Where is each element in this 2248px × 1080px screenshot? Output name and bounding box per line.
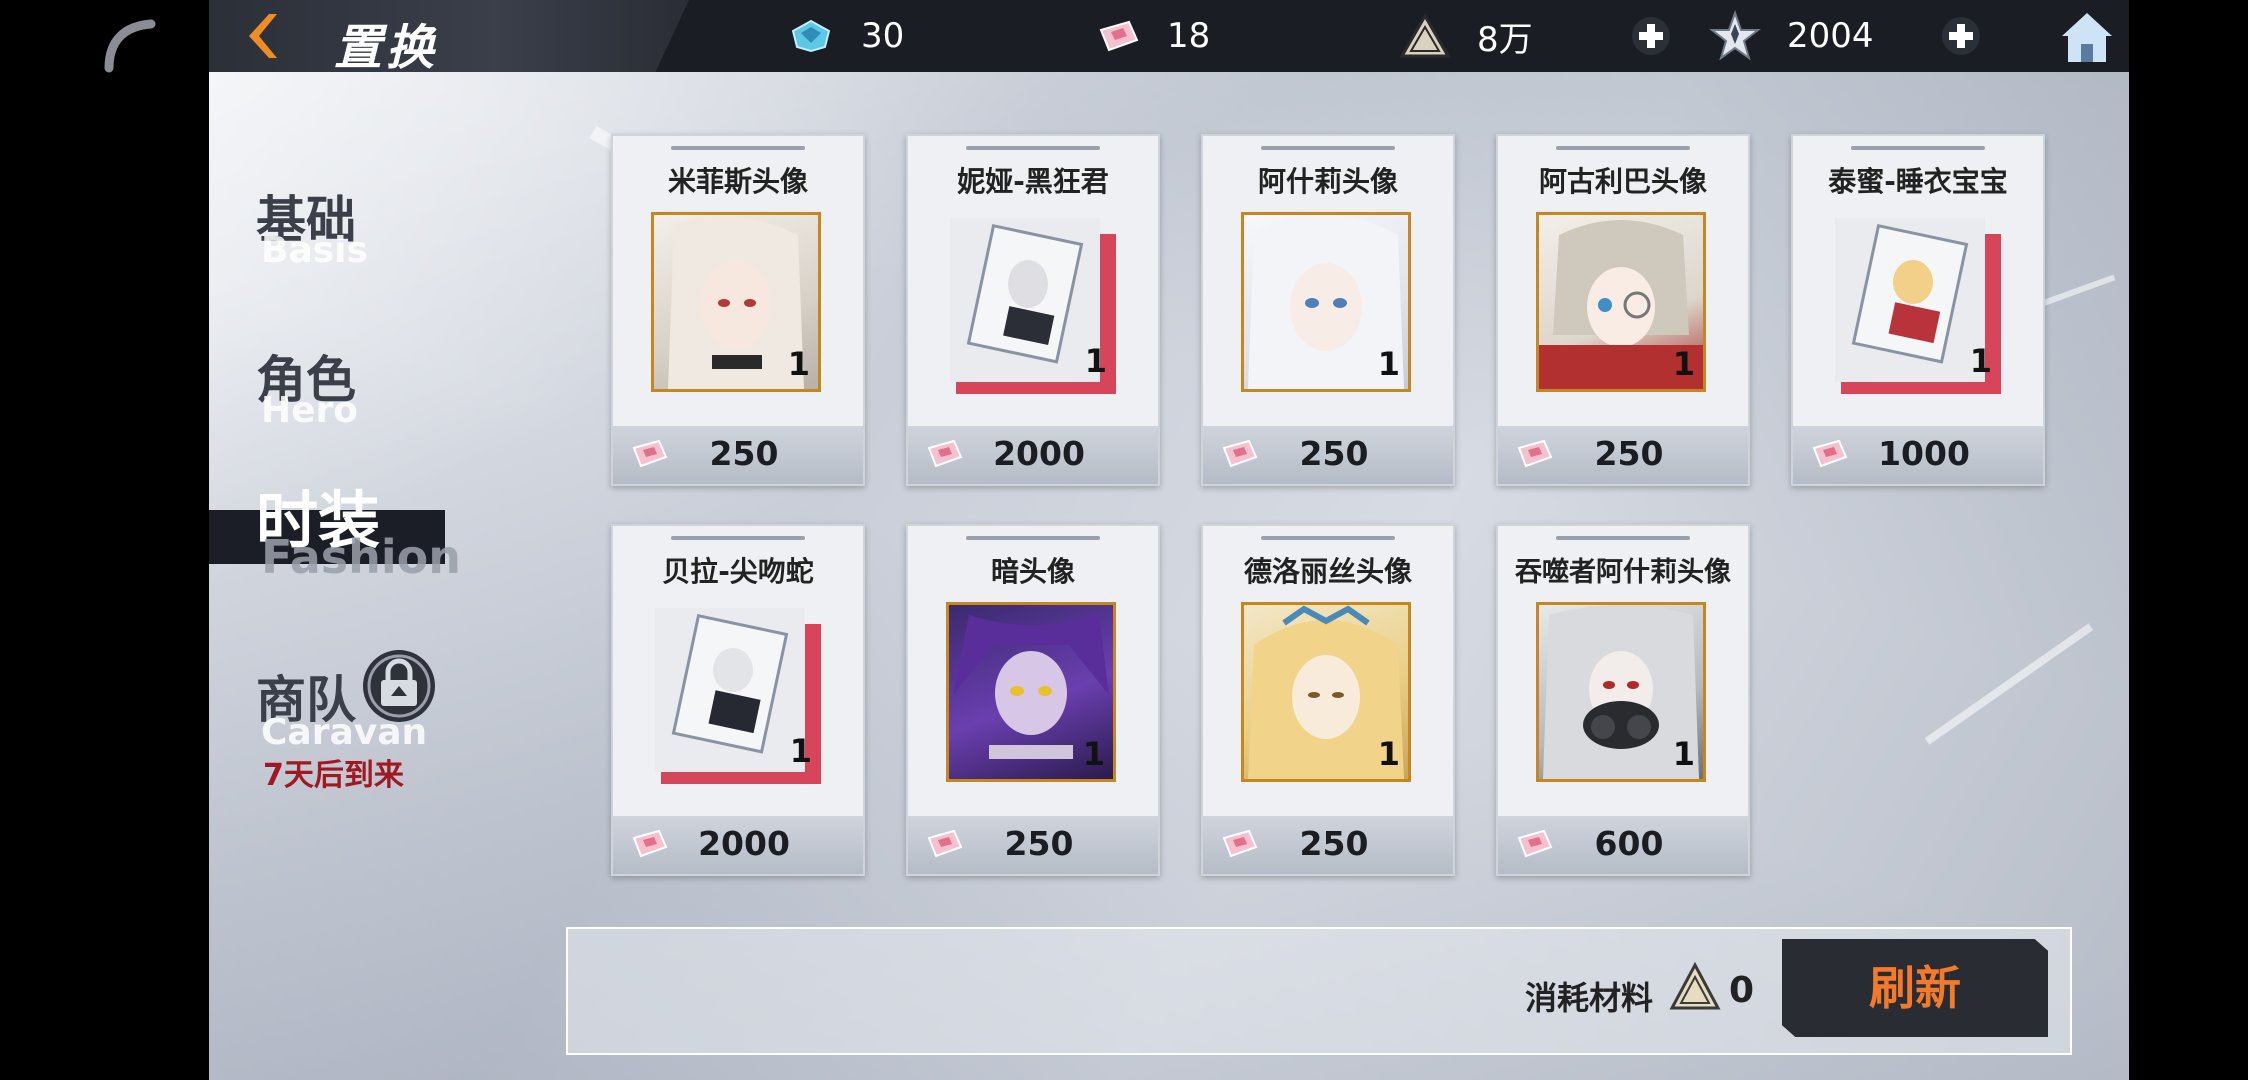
cost-value: 0: [1729, 970, 1755, 1011]
card-divider: [966, 536, 1100, 540]
item-portrait: 1: [1536, 212, 1706, 392]
page-title: 置换: [334, 20, 439, 76]
shop-item-card[interactable]: 阿古利巴头像 1 250: [1496, 134, 1750, 486]
nav-label-en: Hero: [261, 390, 359, 431]
item-price: 600: [1594, 824, 1664, 863]
device-edge-right: [2129, 0, 2248, 1080]
nav-item-basis[interactable]: 基础 Basis: [209, 180, 539, 290]
crystal-resource: 30: [787, 12, 904, 60]
ticket-count: 18: [1167, 16, 1211, 56]
item-portrait: 1: [946, 602, 1116, 782]
card-divider: [966, 146, 1100, 150]
item-price: 250: [709, 434, 779, 473]
back-arrow-icon[interactable]: [239, 10, 295, 62]
item-quantity: 1: [1377, 735, 1400, 773]
item-name: 德洛丽丝头像: [1243, 555, 1412, 588]
lock-icon: [363, 650, 435, 722]
card-divider: [1556, 146, 1690, 150]
cost-label: 消耗材料: [1525, 979, 1654, 1017]
plus-icon[interactable]: [1941, 16, 1981, 56]
item-quantity: 1: [1672, 735, 1695, 773]
home-icon[interactable]: [2058, 8, 2116, 66]
shop-item-card[interactable]: 暗头像 1 250: [906, 524, 1160, 876]
item-portrait: 1: [1241, 212, 1411, 392]
item-quantity: 1: [789, 732, 812, 770]
item-name: 泰蜜-睡衣宝宝: [1828, 165, 2008, 198]
shop-item-card[interactable]: 吞噬者阿什莉头像 1 600: [1496, 524, 1750, 876]
device-edge-left: [0, 0, 209, 1080]
nav-label-en: Fashion: [261, 530, 462, 584]
ticket-icon: [632, 829, 668, 858]
star-resource: 2004: [1709, 10, 1874, 61]
item-price: 250: [1004, 824, 1074, 863]
ticket-icon: [927, 439, 963, 468]
shop-item-card[interactable]: 阿什莉头像 1 250: [1201, 134, 1455, 486]
shop-item-card[interactable]: 贝拉-尖吻蛇 1 2000: [611, 524, 865, 876]
item-portrait: 1: [651, 212, 821, 392]
crystal-count: 30: [861, 16, 905, 56]
ticket-icon: [1222, 829, 1258, 858]
material-count: 8万: [1477, 19, 1533, 60]
item-price: 250: [1299, 434, 1369, 473]
item-name: 阿古利巴头像: [1538, 165, 1707, 198]
card-divider: [1556, 536, 1690, 540]
notch-swipe-icon: [104, 19, 156, 73]
item-price: 250: [1299, 824, 1369, 863]
ticket-icon: [1517, 439, 1553, 468]
item-price: 250: [1594, 434, 1664, 473]
shop-item-card[interactable]: 泰蜜-睡衣宝宝 1 1000: [1791, 134, 2045, 486]
ticket-icon: [632, 439, 668, 468]
top-bar: 置换 30 18 8万 2004: [209, 0, 2129, 76]
item-quantity: 1: [1082, 735, 1105, 773]
item-quantity: 1: [1672, 345, 1695, 383]
nav-label-en: Basis: [261, 230, 368, 271]
outfit-card-image: 1: [651, 604, 826, 784]
star-count: 2004: [1787, 16, 1874, 56]
ticket-icon: [927, 829, 963, 858]
refresh-button[interactable]: 刷新: [1782, 939, 2048, 1037]
item-quantity: 1: [1084, 342, 1107, 380]
card-divider: [671, 536, 805, 540]
item-name: 阿什莉头像: [1257, 165, 1398, 198]
star-icon: [1709, 10, 1761, 61]
card-divider: [1851, 146, 1985, 150]
shop-item-card[interactable]: 德洛丽丝头像 1 250: [1201, 524, 1455, 876]
item-name: 暗头像: [990, 555, 1075, 588]
item-name: 妮娅-黑狂君: [957, 165, 1109, 198]
ticket-icon: [1517, 829, 1553, 858]
ticket-icon: [1099, 20, 1139, 52]
game-screen: 置换 30 18 8万 2004 基础 Basis 角色 Hero 时装 Fas…: [209, 0, 2129, 1080]
plus-icon[interactable]: [1631, 16, 1671, 56]
item-name: 米菲斯头像: [667, 165, 808, 198]
caravan-arrival-note: 7天后到来: [263, 758, 404, 793]
material-triangle-icon: [1669, 962, 1721, 1010]
ticket-resource: 18: [1097, 12, 1210, 60]
outfit-card-image: 1: [1831, 214, 2006, 394]
nav-item-hero[interactable]: 角色 Hero: [209, 340, 539, 450]
item-quantity: 1: [1377, 345, 1400, 383]
ticket-icon: [1222, 439, 1258, 468]
ticket-icon: [1812, 439, 1848, 468]
outfit-card-image: 1: [946, 214, 1121, 394]
item-name: 贝拉-尖吻蛇: [662, 555, 814, 588]
shop-item-card[interactable]: 米菲斯头像 1 250: [611, 134, 865, 486]
item-quantity: 1: [787, 345, 810, 383]
decor-shard: [1924, 623, 2094, 745]
nav-item-fashion[interactable]: 时装 Fashion: [209, 470, 539, 590]
item-price: 2000: [993, 434, 1085, 473]
card-divider: [1261, 146, 1395, 150]
item-name: 吞噬者阿什莉头像: [1515, 557, 1731, 588]
item-portrait: 1: [1536, 602, 1706, 782]
item-portrait: 1: [1241, 602, 1411, 782]
item-price: 2000: [698, 824, 790, 863]
card-divider: [1261, 536, 1395, 540]
crystal-icon: [791, 19, 831, 53]
material-resource: 8万: [1399, 12, 1533, 60]
shop-item-card[interactable]: 妮娅-黑狂君 1 2000: [906, 134, 1160, 486]
card-divider: [671, 146, 805, 150]
material-triangle-icon: [1399, 13, 1451, 58]
item-price: 1000: [1878, 434, 1970, 473]
refresh-label: 刷新: [1869, 961, 1961, 1015]
item-quantity: 1: [1969, 342, 1992, 380]
